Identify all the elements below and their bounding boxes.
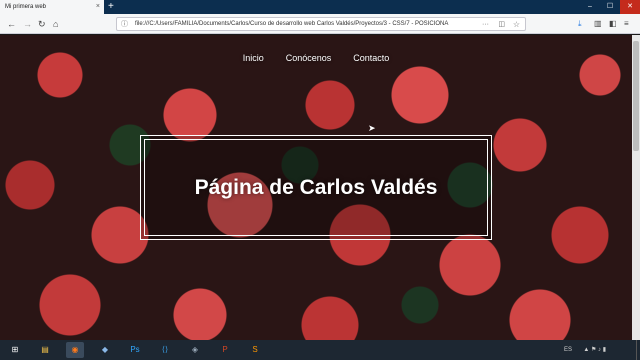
windows-taskbar: ⊞ ▤ ◉ ◆ Ps ⟨⟩ ◈ P S ES ▲ ⚑ ♪ ▮ xyxy=(0,340,640,360)
pocket-icon[interactable]: ◫ xyxy=(498,18,505,31)
windows-icon[interactable]: ⊞ xyxy=(6,342,24,358)
scrollbar-thumb[interactable] xyxy=(633,41,639,151)
folder-icon[interactable]: ▤ xyxy=(36,342,54,358)
webpage-viewport: Inicio Conócenos Contacto Página de Carl… xyxy=(0,35,632,340)
system-tray-icons[interactable]: ▲ ⚑ ♪ ▮ xyxy=(583,340,606,360)
more-actions-icon[interactable]: ··· xyxy=(482,18,489,31)
back-icon[interactable]: ← xyxy=(7,14,16,34)
firefox-icon[interactable]: ◉ xyxy=(66,342,84,358)
close-window-button[interactable]: ✕ xyxy=(620,0,640,14)
language-indicator[interactable]: ES xyxy=(564,340,572,360)
url-text[interactable]: file:///C:/Users/FAMILIA/Documents/Carlo… xyxy=(135,18,475,31)
box-icon[interactable]: ◆ xyxy=(96,342,114,358)
new-tab-button[interactable]: + xyxy=(108,0,114,13)
tab-title: Mi primera web xyxy=(5,4,47,10)
mouse-cursor-icon: ➤ xyxy=(368,123,376,133)
vertical-scrollbar[interactable] xyxy=(632,35,640,340)
maximize-button[interactable]: ☐ xyxy=(600,0,620,14)
site-navigation: Inicio Conócenos Contacto xyxy=(0,53,632,63)
sublime-icon[interactable]: S xyxy=(246,342,264,358)
show-desktop-button[interactable] xyxy=(636,340,640,360)
photoshop-icon[interactable]: Ps xyxy=(126,342,144,358)
library-icon[interactable]: ▥ xyxy=(594,14,602,34)
browser-tab[interactable]: Mi primera web × xyxy=(0,0,104,14)
nav-link-contacto[interactable]: Contacto xyxy=(353,53,389,63)
page-title: Página de Carlos Valdés xyxy=(194,175,438,199)
app-icon[interactable]: ◈ xyxy=(186,342,204,358)
info-icon[interactable]: ⓘ xyxy=(121,18,128,31)
nav-link-inicio[interactable]: Inicio xyxy=(243,53,264,63)
navigation-toolbar: ← → ↻ ⌂ ⓘ file:///C:/Users/FAMILIA/Docum… xyxy=(0,14,640,34)
vscode-icon[interactable]: ⟨⟩ xyxy=(156,342,174,358)
minimize-button[interactable]: – xyxy=(580,0,600,14)
menu-icon[interactable]: ≡ xyxy=(624,14,629,34)
hero-box: Página de Carlos Valdés xyxy=(140,135,492,240)
tab-bar: Mi primera web × + – ☐ ✕ xyxy=(0,0,640,14)
forward-icon[interactable]: → xyxy=(23,14,32,34)
sidebar-icon[interactable]: ◧ xyxy=(609,14,617,34)
close-tab-icon[interactable]: × xyxy=(96,0,100,14)
powerpoint-icon[interactable]: P xyxy=(216,342,234,358)
bookmark-star-icon[interactable]: ☆ xyxy=(513,18,520,31)
window-controls: – ☐ ✕ xyxy=(580,0,640,14)
reload-icon[interactable]: ↻ xyxy=(38,14,46,34)
downloads-icon[interactable]: ⤓ xyxy=(578,14,582,34)
nav-link-conocenos[interactable]: Conócenos xyxy=(286,53,332,63)
home-icon[interactable]: ⌂ xyxy=(53,14,58,34)
url-bar[interactable]: ⓘ file:///C:/Users/FAMILIA/Documents/Car… xyxy=(116,17,526,31)
